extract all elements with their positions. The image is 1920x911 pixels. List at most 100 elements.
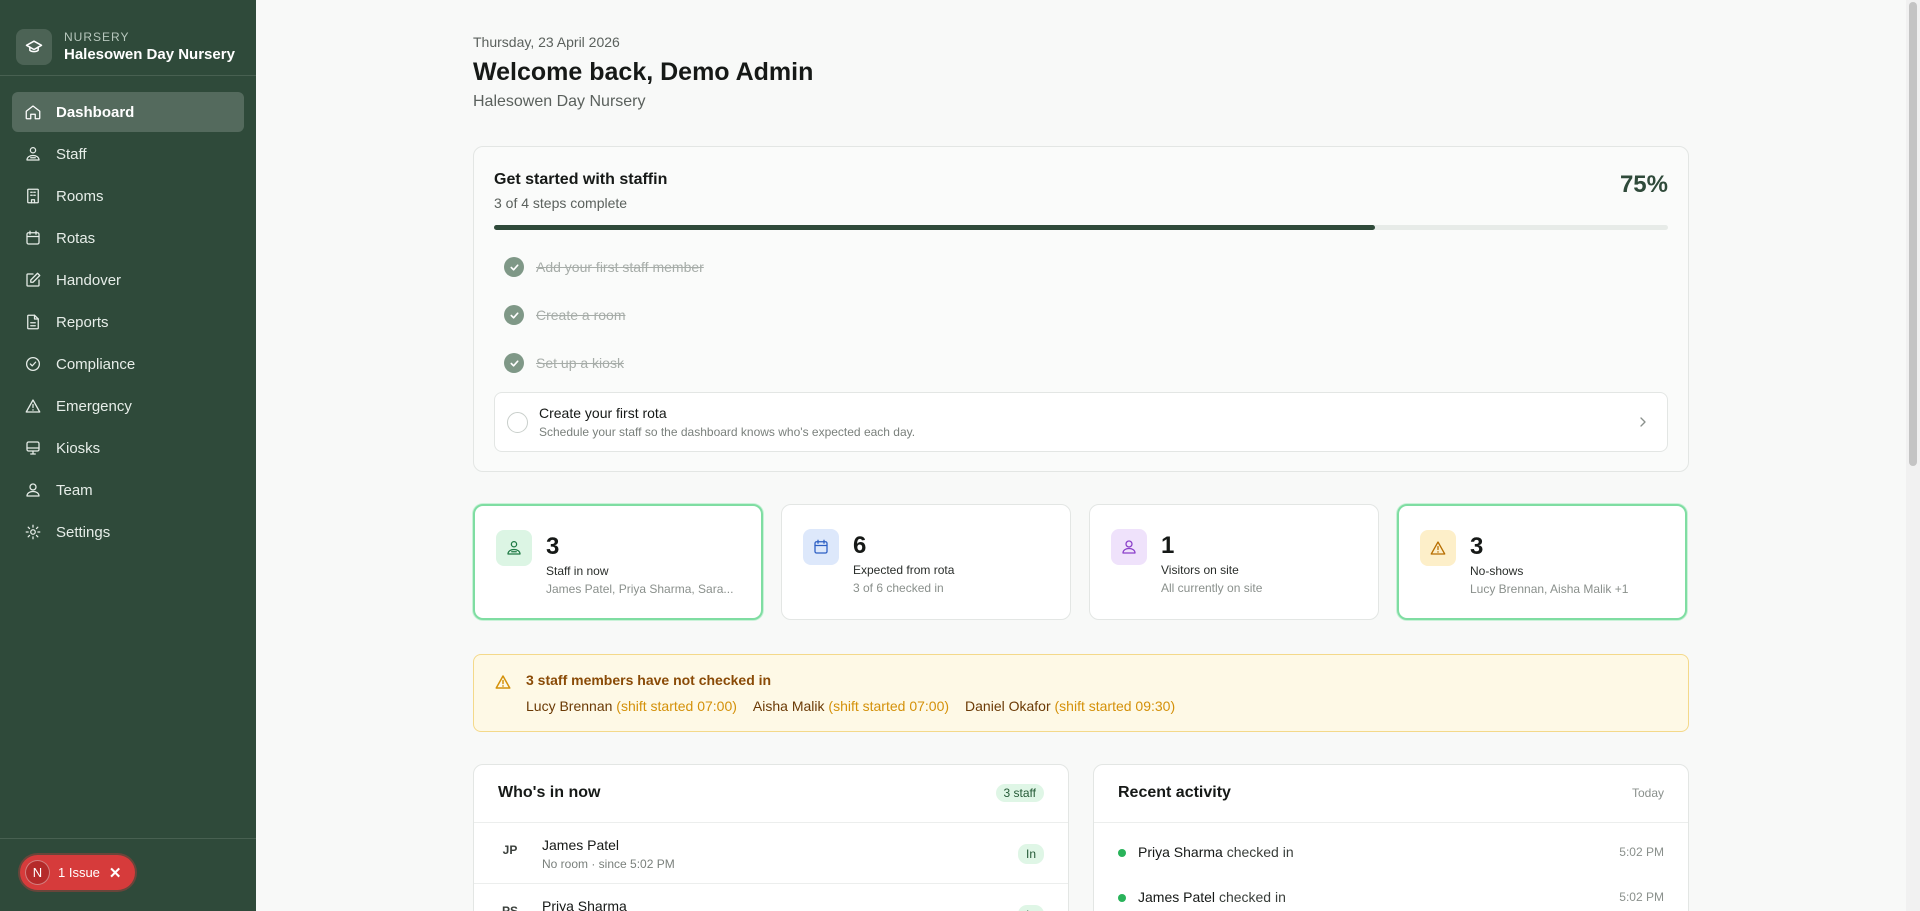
no-show-alert: 3 staff members have not checked in Lucy… — [473, 654, 1689, 732]
onboarding-step-done[interactable]: Create a room — [504, 305, 625, 325]
building-icon — [27, 188, 39, 204]
alert-staff-name: Lucy Brennan — [526, 698, 613, 714]
stat-card-no-shows[interactable]: 3 No-shows Lucy Brennan, Aisha Malik +1 — [1397, 504, 1687, 620]
user-icon — [1111, 529, 1147, 565]
staff-icon — [496, 530, 532, 566]
activity-person: Priya Sharma — [1138, 844, 1223, 860]
warning-icon — [495, 675, 511, 689]
activity-time: 5:02 PM — [1619, 890, 1664, 904]
stat-label: Expected from rota — [853, 563, 955, 577]
staff-name: Priya Sharma — [542, 898, 627, 911]
stat-card-visitors[interactable]: 1 Visitors on site All currently on site — [1089, 504, 1379, 620]
panel-header: Who's in now 3 staff — [474, 765, 1068, 823]
brand-divider — [0, 75, 256, 76]
alert-staff-name: Daniel Okafor — [965, 698, 1051, 714]
current-date: Thursday, 23 April 2026 — [473, 34, 620, 50]
onboarding-percent: 75% — [1619, 171, 1668, 198]
nav-item-compliance[interactable]: Compliance — [12, 344, 244, 384]
stat-value: 3 — [546, 533, 560, 560]
sidebar: NURSERY Halesowen Day Nursery Dashboard … — [0, 0, 256, 911]
stat-card-staff-in[interactable]: 3 Staff in now James Patel, Priya Sharma… — [473, 504, 763, 620]
panel-header: Recent activity Today — [1094, 765, 1688, 823]
edit-icon — [26, 272, 41, 287]
empty-circle-icon — [507, 412, 528, 433]
nav-item-dashboard[interactable]: Dashboard — [12, 92, 244, 132]
stat-detail: Lucy Brennan, Aisha Malik +1 — [1470, 582, 1629, 596]
alert-item: Lucy Brennan (shift started 07:00) — [526, 698, 737, 714]
panel-title: Recent activity — [1118, 784, 1231, 801]
onboarding-next-step-create-rota[interactable]: Create your first rota Schedule your sta… — [494, 392, 1668, 452]
step-label: Create a room — [536, 307, 626, 323]
onboarding-step-done[interactable]: Add your first staff member — [504, 257, 704, 277]
issue-indicator-button[interactable]: N 1 Issue ✕ — [20, 855, 135, 890]
issue-label: 1 Issue — [58, 865, 100, 880]
nav-label: Kiosks — [56, 439, 101, 457]
nav-item-team[interactable]: Team — [12, 470, 244, 510]
alert-title: 3 staff members have not checked in — [526, 672, 772, 688]
nav-item-rooms[interactable]: Rooms — [12, 176, 244, 216]
nursery-logo-icon — [16, 28, 52, 65]
nav-item-staff[interactable]: Staff — [12, 134, 244, 174]
activity-text: Priya Sharma checked in — [1138, 844, 1294, 860]
nav-item-kiosks[interactable]: Kiosks — [12, 428, 244, 468]
page-title: Welcome back, Demo Admin — [473, 58, 814, 86]
page-scrollbar[interactable] — [1906, 0, 1920, 911]
stat-value: 1 — [1161, 532, 1175, 559]
nav-item-emergency[interactable]: Emergency — [12, 386, 244, 426]
scrollbar-thumb[interactable] — [1909, 2, 1917, 466]
document-icon — [27, 314, 39, 330]
stat-detail: James Patel, Priya Sharma, Sara... — [546, 582, 734, 596]
nav-label: Emergency — [56, 397, 132, 415]
whos-in-panel: Who's in now 3 staff JP James Patel No r… — [473, 764, 1069, 911]
activity-action: checked in — [1218, 889, 1286, 905]
stat-label: Visitors on site — [1161, 563, 1239, 577]
main-nav: Dashboard Staff Rooms Rotas Handover Rep… — [12, 92, 244, 554]
activity-item: Priya Sharma checked in 5:02 PM — [1118, 844, 1664, 864]
onboarding-title: Get started with staffin — [494, 171, 668, 188]
onboarding-step-done[interactable]: Set up a kiosk — [504, 353, 624, 373]
check-circle-icon — [25, 356, 41, 372]
panel-title: Who's in now — [498, 784, 601, 801]
stat-card-expected[interactable]: 6 Expected from rota 3 of 6 checked in — [781, 504, 1071, 620]
status-badge: In — [1017, 844, 1044, 864]
stat-detail: All currently on site — [1161, 581, 1263, 595]
gear-icon — [25, 524, 41, 540]
stat-value: 3 — [1470, 533, 1484, 560]
alert-item: Aisha Malik (shift started 07:00) — [753, 698, 949, 714]
next-step-description: Schedule your staff so the dashboard kno… — [539, 425, 916, 439]
brand-label: NURSERY — [64, 30, 130, 44]
onboarding-progress-bar — [494, 225, 1668, 230]
nav-item-handover[interactable]: Handover — [12, 260, 244, 300]
nav-label: Rotas — [56, 229, 96, 247]
activity-person: James Patel — [1138, 889, 1216, 905]
staff-name: James Patel — [542, 837, 620, 853]
avatar: JP — [502, 843, 518, 857]
check-icon — [504, 353, 524, 373]
nav-item-reports[interactable]: Reports — [12, 302, 244, 342]
step-label: Add your first staff member — [536, 259, 704, 275]
recent-activity-panel: Recent activity Today Priya Sharma check… — [1093, 764, 1689, 911]
warning-icon — [25, 399, 41, 413]
close-icon[interactable]: ✕ — [109, 864, 122, 882]
status-dot-icon — [1118, 894, 1126, 902]
nav-item-settings[interactable]: Settings — [12, 512, 244, 552]
nav-item-rotas[interactable]: Rotas — [12, 218, 244, 258]
stat-label: Staff in now — [546, 564, 609, 578]
nav-label: Reports — [56, 313, 109, 331]
calendar-icon — [803, 529, 839, 565]
brand[interactable]: NURSERY Halesowen Day Nursery — [0, 0, 256, 75]
activity-text: James Patel checked in — [1138, 889, 1286, 905]
status-dot-icon — [1118, 849, 1126, 857]
stat-detail: 3 of 6 checked in — [853, 581, 944, 595]
staff-icon — [26, 146, 40, 161]
check-icon — [504, 257, 524, 277]
staff-row[interactable]: JP James Patel No room · since 5:02 PM I… — [474, 824, 1068, 884]
onboarding-card: Get started with staffin 3 of 4 steps co… — [473, 146, 1689, 472]
stat-value: 6 — [853, 532, 867, 559]
page-subtitle: Halesowen Day Nursery — [473, 93, 646, 110]
calendar-icon — [26, 230, 40, 245]
nav-label: Team — [56, 481, 93, 499]
alert-shift-time: (shift started 07:00) — [616, 698, 737, 714]
alert-staff-name: Aisha Malik — [752, 698, 825, 714]
staff-row[interactable]: PS Priya Sharma In — [474, 885, 1068, 911]
